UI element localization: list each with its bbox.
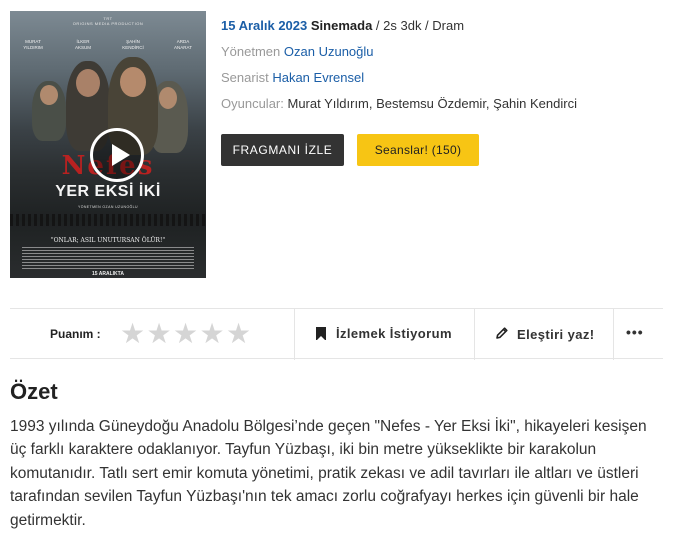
poster-face <box>40 85 58 105</box>
summary-text: 1993 yılında Güneydoğu Anadolu Bölgesi’n… <box>10 418 647 529</box>
movie-info: 15 Aralık 2023 Sinemada / 2s 3dk / Dram … <box>221 18 661 122</box>
poster-soldier-silhouettes <box>10 214 206 226</box>
bookmark-icon <box>316 327 326 341</box>
poster-cast-names: MURAT YILDIRIM İLKER AKSUM ŞAHİN KENDİRC… <box>18 39 198 51</box>
poster-director-line: YÖNETMEN OZAN UZUNOĞLU <box>78 205 138 209</box>
poster-cast-name: ŞAHİN KENDİRCİ <box>122 39 144 50</box>
release-venue: Sinemada <box>310 18 373 33</box>
director-row: Yönetmen Ozan Uzunoğlu <box>221 44 661 60</box>
poster-tagline: "ONLAR; ASIL UNUTURSAN ÖLÜR!" <box>50 237 166 244</box>
poster-face <box>120 67 146 97</box>
sessions-button[interactable]: Seanslar! (150) <box>357 134 479 166</box>
poster-cast-name: ARDA ANARAT <box>174 39 192 50</box>
writer-label: Senarist <box>221 70 269 85</box>
poster-face <box>159 87 177 109</box>
cast-label: Oyuncular: <box>221 96 284 111</box>
watch-trailer-button[interactable]: FRAGMANI İZLE <box>221 134 344 166</box>
release-row: 15 Aralık 2023 Sinemada / 2s 3dk / Dram <box>221 18 661 34</box>
writer-link[interactable]: Hakan Evrensel <box>272 70 364 85</box>
poster-release: 15 ARALIKTA <box>92 271 124 277</box>
poster-studio: TRT ORIGINS MEDIA PRODUCTION <box>72 16 144 26</box>
cast-row: Oyuncular: Murat Yıldırım, Bestemsu Özde… <box>221 96 661 112</box>
star-icon[interactable]: ★ <box>120 320 145 348</box>
poster-credits-block <box>22 247 194 271</box>
star-icon[interactable]: ★ <box>226 320 251 348</box>
star-icon[interactable]: ★ <box>147 320 172 348</box>
watchlist-button[interactable]: İzlemek İstiyorum <box>316 326 452 341</box>
divider <box>294 309 295 360</box>
star-rating[interactable]: ★ ★ ★ ★ ★ <box>120 320 253 348</box>
action-bar: Puanım : ★ ★ ★ ★ ★ İzlemek İstiyorum Ele… <box>10 308 663 360</box>
divider <box>613 309 614 360</box>
write-review-button[interactable]: Eleştiri yaz! <box>495 326 594 343</box>
writer-row: Senarist Hakan Evrensel <box>221 70 661 86</box>
poster-subtitle: YER EKSİ İKİ <box>55 183 161 200</box>
summary-heading: Özet <box>10 379 58 404</box>
pencil-icon <box>495 326 509 343</box>
divider <box>474 309 475 360</box>
director-label: Yönetmen <box>221 44 281 59</box>
review-label: Eleştiri yaz! <box>517 327 595 342</box>
poster-face <box>76 69 100 97</box>
release-date[interactable]: 15 Aralık 2023 <box>221 18 307 33</box>
more-options-icon[interactable]: ••• <box>626 324 644 340</box>
play-icon[interactable] <box>90 128 144 182</box>
rating-label: Puanım : <box>50 327 101 341</box>
poster-cast-name: İLKER AKSUM <box>74 39 91 50</box>
duration-genre: / 2s 3dk / Dram <box>372 18 465 33</box>
watchlist-label: İzlemek İstiyorum <box>336 326 452 341</box>
movie-poster[interactable]: TRT ORIGINS MEDIA PRODUCTION MURAT YILDI… <box>10 11 206 278</box>
poster-cast-name: MURAT YILDIRIM <box>23 39 43 50</box>
cast-list: Murat Yıldırım, Bestemsu Özdemir, Şahin … <box>287 96 577 111</box>
director-link[interactable]: Ozan Uzunoğlu <box>284 44 374 59</box>
star-icon[interactable]: ★ <box>200 320 225 348</box>
star-icon[interactable]: ★ <box>173 320 198 348</box>
